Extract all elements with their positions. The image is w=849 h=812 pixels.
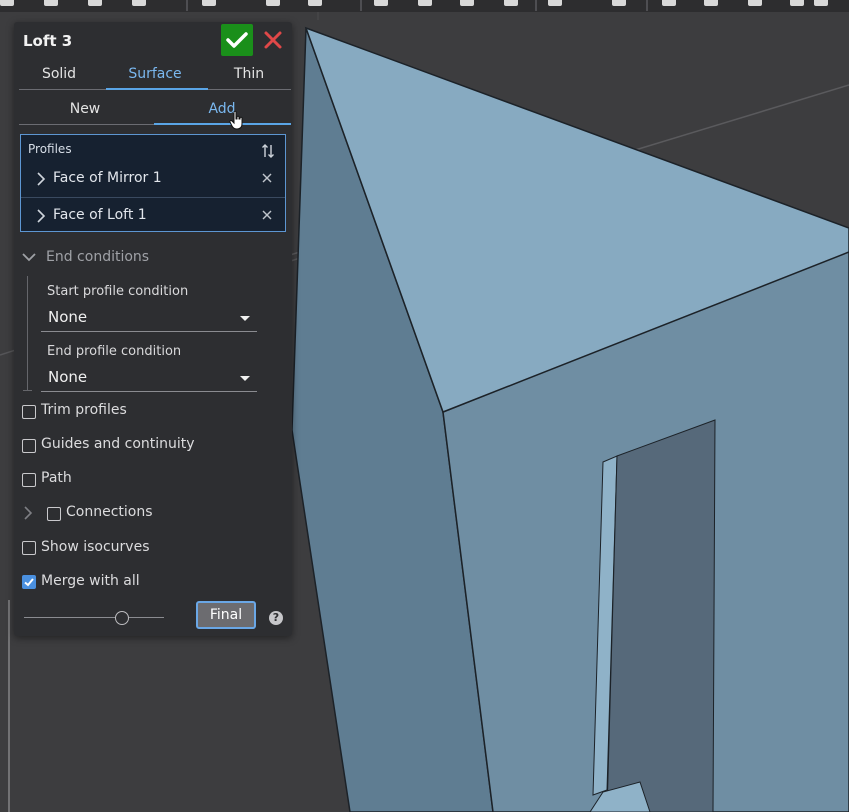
toolbar-icon[interactable] — [0, 0, 14, 6]
profile-item[interactable]: Face of Loft 1 — [21, 198, 285, 234]
section-indent-line — [27, 276, 28, 390]
trim-profiles-label[interactable]: Trim profiles — [41, 402, 127, 418]
chevron-right-icon[interactable] — [23, 506, 33, 520]
dropdown-caret-icon — [240, 376, 250, 381]
trim-profiles-checkbox[interactable] — [22, 405, 36, 419]
confirm-button[interactable] — [221, 24, 253, 56]
toolbar-icon[interactable] — [88, 0, 102, 6]
toolbar-icon[interactable] — [662, 0, 676, 6]
toolbar-icon[interactable] — [202, 0, 216, 6]
merge-with-all-label[interactable]: Merge with all — [41, 573, 140, 589]
profile-item-label: Face of Mirror 1 — [53, 170, 162, 186]
profiles-label: Profiles — [28, 142, 72, 156]
start-profile-condition-select[interactable]: None — [41, 305, 257, 332]
end-conditions-toggle[interactable]: End conditions — [20, 248, 200, 268]
tolerance-slider-track[interactable] — [24, 617, 164, 618]
toolbar-icon[interactable] — [460, 0, 474, 6]
end-profile-condition-select[interactable]: None — [41, 365, 257, 392]
toolbar-icon[interactable] — [548, 0, 562, 6]
loft-feature-dialog: Loft 3 Solid Surface Thin New Add Profil… — [14, 22, 292, 636]
end-profile-condition-value: None — [48, 368, 88, 386]
section-indent-tick — [23, 390, 32, 391]
connections-checkbox[interactable] — [47, 507, 61, 521]
profile-item-label: Face of Loft 1 — [53, 207, 147, 223]
checkmark-icon — [24, 578, 34, 587]
toolbar-icon[interactable] — [612, 0, 626, 6]
toolbar-divider — [360, 0, 362, 11]
path-checkbox[interactable] — [22, 473, 36, 487]
connections-label[interactable]: Connections — [66, 504, 153, 520]
toolbar-icon[interactable] — [504, 0, 518, 6]
dropdown-caret-icon — [240, 316, 250, 321]
remove-icon[interactable] — [261, 209, 273, 221]
check-icon — [226, 32, 248, 48]
profile-item[interactable]: Face of Mirror 1 — [21, 161, 285, 197]
profiles-selection-box[interactable]: Profiles Face of Mirror 1 Face of Loft 1 — [20, 134, 286, 232]
toolbar-icon[interactable] — [748, 0, 762, 6]
chevron-right-icon[interactable] — [36, 209, 46, 223]
final-button[interactable]: Final — [196, 601, 256, 629]
chevron-down-icon — [22, 253, 36, 262]
start-profile-condition-label: Start profile condition — [47, 284, 189, 299]
toolbar-icon[interactable] — [704, 0, 718, 6]
guides-and-continuity-checkbox[interactable] — [22, 439, 36, 453]
help-icon[interactable]: ? — [269, 611, 283, 625]
dialog-title: Loft 3 — [23, 32, 73, 50]
toolbar-icon[interactable] — [374, 0, 388, 6]
toolbar-icon[interactable] — [418, 0, 432, 6]
merge-with-all-checkbox[interactable] — [22, 575, 36, 589]
toolbar-divider — [646, 0, 648, 11]
sort-icon[interactable] — [261, 143, 275, 159]
cancel-button[interactable] — [260, 27, 286, 53]
guides-and-continuity-label[interactable]: Guides and continuity — [41, 436, 195, 452]
tab-thin[interactable]: Thin — [214, 66, 284, 82]
toolbar-icon[interactable] — [814, 0, 828, 6]
hand-cursor-icon — [229, 110, 243, 130]
start-profile-condition-value: None — [48, 308, 88, 326]
show-isocurves-label[interactable]: Show isocurves — [41, 539, 150, 555]
toolbar-icon[interactable] — [308, 0, 322, 6]
tab-add[interactable]: Add — [182, 101, 262, 117]
end-conditions-label: End conditions — [46, 249, 150, 265]
active-tab-indicator — [154, 123, 291, 125]
top-toolbar — [0, 0, 849, 12]
chevron-right-icon[interactable] — [36, 172, 46, 186]
tab-surface[interactable]: Surface — [118, 66, 192, 82]
remove-icon[interactable] — [261, 172, 273, 184]
toolbar-divider — [535, 0, 537, 11]
toolbar-icon[interactable] — [44, 0, 58, 6]
tab-new[interactable]: New — [44, 101, 126, 117]
tolerance-slider-thumb[interactable] — [115, 611, 129, 625]
end-profile-condition-label: End profile condition — [47, 344, 182, 359]
show-isocurves-checkbox[interactable] — [22, 541, 36, 555]
tab-solid[interactable]: Solid — [24, 66, 94, 82]
toolbar-icon[interactable] — [790, 0, 804, 6]
toolbar-icon[interactable] — [266, 0, 280, 6]
toolbar-divider — [186, 0, 188, 11]
toolbar-icon[interactable] — [132, 0, 146, 6]
active-tab-indicator — [106, 88, 208, 90]
path-label[interactable]: Path — [41, 470, 72, 486]
close-icon — [264, 31, 282, 49]
